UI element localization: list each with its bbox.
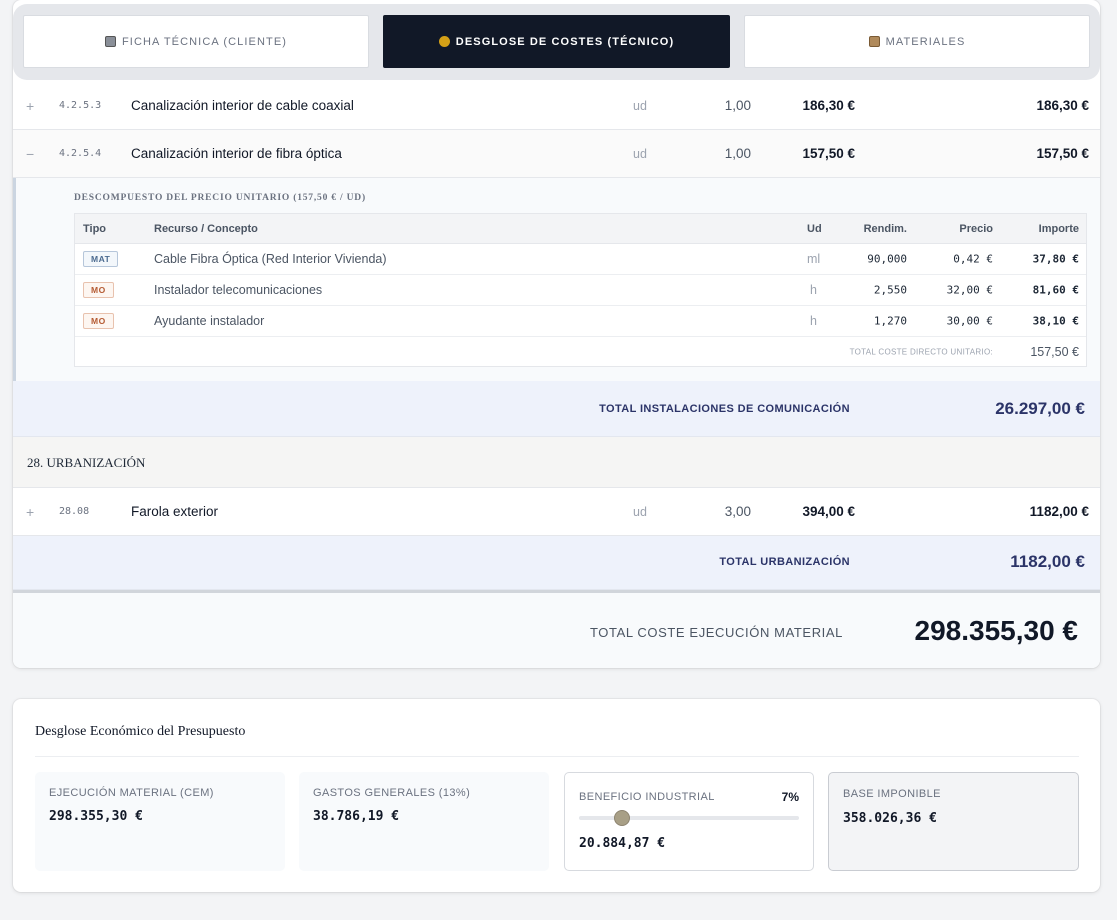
- subtotal-comunicacion: TOTAL INSTALACIONES DE COMUNICACIÓN 26.2…: [13, 381, 1100, 437]
- expand-toggle-icon[interactable]: +: [26, 504, 38, 520]
- subtotal-value: 1182,00 €: [1010, 552, 1085, 571]
- tab-label: MATERIALES: [885, 35, 966, 48]
- view-tabs: FICHA TÉCNICA (CLIENTE) DESGLOSE DE COST…: [13, 4, 1100, 80]
- tab-label: FICHA TÉCNICA (CLIENTE): [121, 35, 288, 48]
- type-badge: MO: [83, 313, 114, 329]
- row-unit: ud: [633, 98, 647, 113]
- row-code: 28.08: [59, 506, 90, 517]
- subtotal-value: 26.297,00 €: [995, 399, 1085, 418]
- header-importe: Importe: [1038, 222, 1079, 235]
- grand-total: TOTAL COSTE EJECUCIÓN MATERIAL 298.355,3…: [13, 590, 1100, 668]
- resource-name: Cable Fibra Óptica (Red Interior Viviend…: [154, 252, 387, 266]
- subtotal-urbanizacion: TOTAL URBANIZACIÓN 1182,00 €: [13, 536, 1100, 590]
- resource-name: Ayudante instalador: [154, 314, 265, 328]
- row-price: 186,30 €: [802, 98, 855, 113]
- row-amount: 157,50 €: [1036, 146, 1089, 161]
- resource-amount: 81,60 €: [1032, 283, 1079, 297]
- cost-breakdown-card: FICHA TÉCNICA (CLIENTE) DESGLOSE DE COST…: [13, 0, 1100, 668]
- breakdown-title: DESCOMPUESTO DEL PRECIO UNITARIO (157,50…: [74, 193, 366, 203]
- resource-price: 30,00 €: [946, 314, 993, 328]
- page: FICHA TÉCNICA (CLIENTE) DESGLOSE DE COST…: [0, 0, 1117, 920]
- header-ud: Ud: [807, 222, 822, 235]
- type-badge: MAT: [83, 251, 119, 267]
- row-description: Farola exterior: [131, 504, 219, 519]
- row-description: Canalización interior de fibra óptica: [131, 146, 342, 161]
- row-amount: 1182,00 €: [1029, 504, 1089, 519]
- grand-total-label: TOTAL COSTE EJECUCIÓN MATERIAL: [590, 625, 843, 640]
- base-label: BASE IMPONIBLE: [843, 788, 941, 800]
- tab-ficha-tecnica[interactable]: FICHA TÉCNICA (CLIENTE): [23, 15, 369, 68]
- bi-percent: 7%: [781, 790, 799, 804]
- chapter-title: 28. URBANIZACIÓN: [27, 455, 146, 470]
- gg-value: 38.786,19 €: [313, 809, 400, 824]
- header-rendimiento: Rendim.: [863, 222, 907, 235]
- breakdown-header: Tipo Recurso / Concepto Ud Rendim. Preci…: [75, 214, 1086, 244]
- row-description: Canalización interior de cable coaxial: [131, 98, 354, 113]
- bi-value: 20.884,87 €: [579, 836, 666, 851]
- row-unit: ud: [633, 146, 647, 161]
- economic-breakdown-title: Desglose Económico del Presupuesto: [35, 724, 246, 739]
- cem-box: EJECUCIÓN MATERIAL (CEM) 298.355,30 €: [35, 772, 285, 871]
- economic-breakdown-card: Desglose Económico del Presupuesto EJECU…: [13, 699, 1100, 892]
- header-tipo: Tipo: [83, 222, 107, 235]
- breakdown-table: Tipo Recurso / Concepto Ud Rendim. Preci…: [74, 213, 1087, 367]
- resource-unit: h: [810, 314, 817, 328]
- base-imponible-box: BASE IMPONIBLE 358.026,36 €: [828, 772, 1079, 871]
- breakdown-row: MO Instalador telecomunicaciones h 2,550…: [75, 275, 1086, 306]
- bi-label: BENEFICIO INDUSTRIAL: [579, 791, 715, 803]
- row-code: 4.2.5.4: [59, 148, 102, 159]
- gg-label: GASTOS GENERALES (13%): [313, 787, 471, 799]
- subtotal-label: TOTAL URBANIZACIÓN: [719, 556, 850, 568]
- table-row-expanded[interactable]: − 4.2.5.4 Canalización interior de fibra…: [13, 130, 1100, 178]
- table-row[interactable]: + 4.2.5.3 Canalización interior de cable…: [13, 82, 1100, 130]
- cem-label: EJECUCIÓN MATERIAL (CEM): [49, 787, 214, 799]
- box-icon: [868, 36, 880, 47]
- breakdown-total-value: 157,50 €: [1030, 345, 1079, 359]
- resource-yield: 90,000: [867, 252, 907, 266]
- resource-amount: 38,10 €: [1032, 314, 1079, 328]
- tab-label: DESGLOSE DE COSTES (TÉCNICO): [455, 35, 675, 48]
- header-recurso: Recurso / Concepto: [154, 222, 258, 235]
- row-unit: ud: [633, 504, 647, 519]
- slider-handle[interactable]: [614, 810, 630, 826]
- table-row[interactable]: + 28.08 Farola exterior ud 3,00 394,00 €…: [13, 488, 1100, 536]
- row-quantity: 1,00: [724, 146, 751, 161]
- bi-percent-slider[interactable]: [579, 810, 799, 826]
- unit-price-breakdown: DESCOMPUESTO DEL PRECIO UNITARIO (157,50…: [13, 178, 1100, 381]
- resource-yield: 2,550: [873, 283, 907, 297]
- header-precio: Precio: [959, 222, 993, 235]
- row-quantity: 3,00: [724, 504, 751, 519]
- document-icon: [104, 36, 116, 47]
- chapter-header: 28. URBANIZACIÓN: [13, 437, 1100, 488]
- subtotal-label: TOTAL INSTALACIONES DE COMUNICACIÓN: [599, 403, 850, 415]
- breakdown-row: MAT Cable Fibra Óptica (Red Interior Viv…: [75, 244, 1086, 275]
- type-badge: MO: [83, 282, 114, 298]
- breakdown-total-row: TOTAL COSTE DIRECTO UNITARIO: 157,50 €: [75, 337, 1086, 367]
- resource-unit: ml: [807, 252, 821, 266]
- beneficio-industrial-box: BENEFICIO INDUSTRIAL 7% 20.884,87 €: [564, 772, 814, 871]
- row-price: 157,50 €: [802, 146, 855, 161]
- resource-name: Instalador telecomunicaciones: [154, 283, 323, 297]
- gastos-generales-box: GASTOS GENERALES (13%) 38.786,19 €: [299, 772, 549, 871]
- expand-toggle-icon[interactable]: +: [26, 98, 38, 114]
- resource-amount: 37,80 €: [1032, 252, 1079, 266]
- resource-unit: h: [810, 283, 817, 297]
- breakdown-row: MO Ayudante instalador h 1,270 30,00 € 3…: [75, 306, 1086, 337]
- row-quantity: 1,00: [724, 98, 751, 113]
- collapse-toggle-icon[interactable]: −: [26, 146, 38, 162]
- row-amount: 186,30 €: [1036, 98, 1089, 113]
- row-code: 4.2.5.3: [59, 100, 102, 111]
- resource-price: 32,00 €: [946, 283, 993, 297]
- base-value: 358.026,36 €: [843, 811, 937, 826]
- money-bag-icon: [438, 36, 450, 47]
- resource-price: 0,42 €: [953, 252, 993, 266]
- breakdown-total-label: TOTAL COSTE DIRECTO UNITARIO:: [849, 347, 993, 357]
- resource-yield: 1,270: [873, 314, 907, 328]
- row-price: 394,00 €: [802, 504, 855, 519]
- grand-total-value: 298.355,30 €: [914, 615, 1079, 646]
- tab-desglose-costes[interactable]: DESGLOSE DE COSTES (TÉCNICO): [383, 15, 730, 68]
- tab-materiales[interactable]: MATERIALES: [744, 15, 1090, 68]
- divider: [35, 756, 1079, 757]
- cem-value: 298.355,30 €: [49, 809, 143, 824]
